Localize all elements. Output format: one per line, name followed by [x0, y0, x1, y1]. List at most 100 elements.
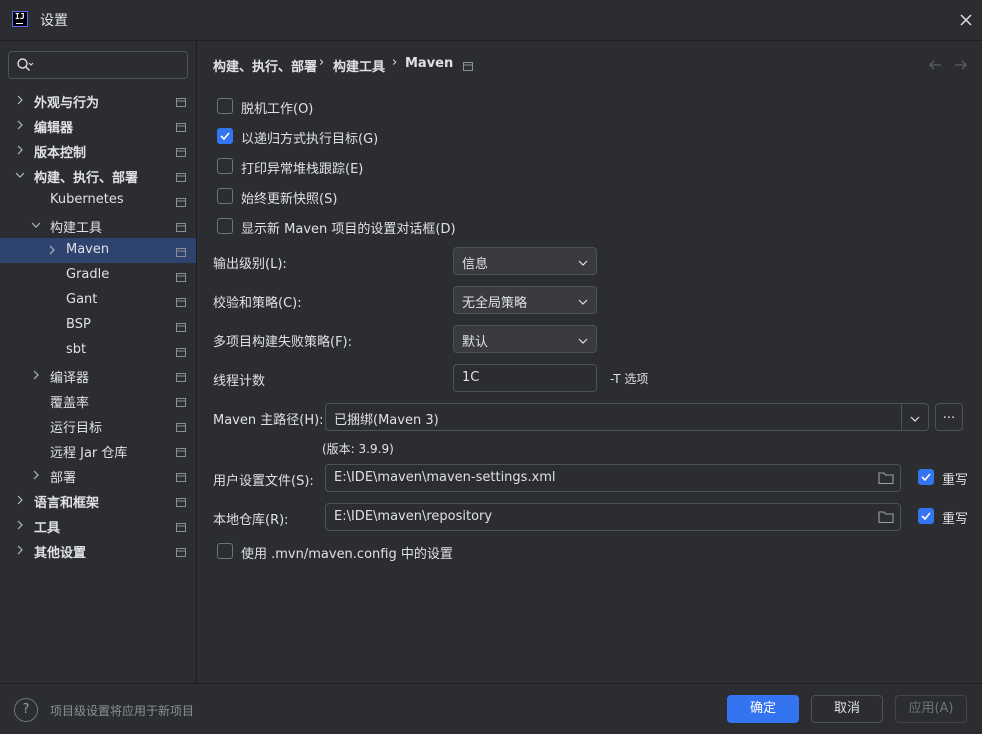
sidebar-item[interactable]: Kubernetes: [0, 188, 196, 213]
title-bar: [0, 0, 982, 40]
recursive-checkbox[interactable]: [217, 128, 233, 144]
always-update-checkbox[interactable]: [217, 188, 233, 204]
show-dialog-checkbox[interactable]: [217, 218, 233, 234]
sidebar-item[interactable]: 运行目标: [0, 413, 196, 438]
output-level-dropdown[interactable]: 信息: [453, 247, 597, 275]
chevron-right-icon[interactable]: [14, 544, 26, 556]
chevron-down-icon: [910, 413, 920, 423]
breadcrumb-part-2[interactable]: 构建工具: [333, 56, 385, 75]
sidebar-divider: [196, 41, 197, 683]
chevron-right-icon[interactable]: [14, 494, 26, 506]
chevron-down-icon: [578, 257, 588, 267]
folder-icon[interactable]: [878, 510, 894, 528]
chevron-right-icon[interactable]: [14, 119, 26, 131]
sidebar-item-label: 版本控制: [34, 146, 87, 161]
chevron-right-icon[interactable]: [14, 94, 26, 106]
sidebar-item-label: Kubernetes: [50, 192, 124, 207]
sidebar-item-label: 外观与行为: [34, 96, 100, 111]
checksum-policy-dropdown[interactable]: 无全局策略: [453, 286, 597, 314]
local-repo-label: 本地仓库(R):: [213, 513, 289, 528]
chevron-right-icon[interactable]: [30, 369, 42, 381]
offline-label: 脱机工作(O): [241, 102, 314, 117]
offline-checkbox[interactable]: [217, 98, 233, 114]
sidebar-item[interactable]: 其他设置: [0, 538, 196, 563]
sidebar-item-label: 远程 Jar 仓库: [50, 446, 128, 461]
cancel-button[interactable]: 取消: [811, 695, 883, 723]
maven-home-browse-button[interactable]: ...: [935, 403, 963, 431]
folder-icon[interactable]: [878, 471, 894, 489]
sidebar-item[interactable]: sbt: [0, 338, 196, 363]
sidebar-item-label: 构建、执行、部署: [34, 171, 139, 186]
forward-arrow-icon[interactable]: [954, 58, 968, 72]
project-scope-icon: [176, 121, 186, 132]
project-scope-icon: [176, 496, 186, 507]
project-scope-icon: [176, 271, 186, 282]
sidebar-item[interactable]: 版本控制: [0, 138, 196, 163]
use-mvn-config-checkbox[interactable]: [217, 543, 233, 559]
sidebar-item[interactable]: Gradle: [0, 263, 196, 288]
local-repo-input[interactable]: E:\IDE\maven\repository: [325, 503, 901, 531]
sidebar-item-label: Gant: [66, 292, 98, 307]
chevron-right-icon[interactable]: [46, 244, 58, 256]
project-scope-icon: [176, 171, 186, 182]
sidebar-item-label: 其他设置: [34, 546, 87, 561]
user-settings-value: E:\IDE\maven\maven-settings.xml: [334, 470, 556, 485]
chevron-down-icon[interactable]: [30, 219, 42, 231]
local-repo-override-checkbox[interactable]: [918, 508, 934, 524]
help-icon[interactable]: ?: [14, 698, 38, 722]
output-level-label: 输出级别(L):: [213, 257, 287, 272]
sidebar-item-label: 覆盖率: [50, 396, 90, 411]
sidebar-item[interactable]: Maven: [0, 238, 196, 263]
breadcrumb-part-1[interactable]: 构建、执行、部署: [213, 56, 317, 75]
project-scope-icon: [176, 221, 186, 232]
user-settings-label: 用户设置文件(S):: [213, 474, 314, 489]
local-repo-value: E:\IDE\maven\repository: [334, 509, 493, 524]
close-icon[interactable]: [956, 10, 976, 30]
chevron-down-icon: [578, 296, 588, 306]
sidebar-item[interactable]: 编译器: [0, 363, 196, 388]
output-level-value: 信息: [462, 257, 489, 272]
fail-policy-value: 默认: [462, 335, 489, 350]
chevron-right-icon[interactable]: [14, 144, 26, 156]
sidebar-item[interactable]: 部署: [0, 463, 196, 488]
sidebar-item[interactable]: 语言和框架: [0, 488, 196, 513]
thread-count-input[interactable]: 1C: [453, 364, 597, 392]
project-scope-icon: [463, 60, 473, 75]
window-title: 设置: [40, 13, 68, 29]
project-scope-icon: [176, 521, 186, 532]
sidebar-item[interactable]: 远程 Jar 仓库: [0, 438, 196, 463]
back-arrow-icon[interactable]: [928, 58, 942, 72]
chevron-right-icon[interactable]: [14, 519, 26, 531]
project-scope-icon: [176, 471, 186, 482]
user-settings-input[interactable]: E:\IDE\maven\maven-settings.xml: [325, 464, 901, 492]
ok-button[interactable]: 确定: [727, 695, 799, 723]
chevron-down-icon[interactable]: [14, 169, 26, 181]
user-settings-override-label: 重写: [942, 473, 969, 488]
sidebar-item[interactable]: 覆盖率: [0, 388, 196, 413]
sidebar-item[interactable]: BSP: [0, 313, 196, 338]
maven-home-dropdown[interactable]: 已捆绑(Maven 3): [325, 403, 929, 431]
project-scope-icon: [176, 346, 186, 357]
print-stack-checkbox[interactable]: [217, 158, 233, 174]
sidebar-item-label: 构建工具: [50, 221, 103, 236]
dropdown-divider: [901, 404, 902, 430]
breadcrumb-separator: ›: [319, 55, 325, 70]
search-input[interactable]: [8, 51, 188, 79]
sidebar-item[interactable]: 构建工具: [0, 213, 196, 238]
sidebar-item[interactable]: Gant: [0, 288, 196, 313]
sidebar-item-label: 部署: [50, 471, 77, 486]
fail-policy-label: 多项目构建失败策略(F):: [213, 335, 353, 350]
sidebar-item[interactable]: 外观与行为: [0, 88, 196, 113]
fail-policy-dropdown[interactable]: 默认: [453, 325, 597, 353]
sidebar-item-label: 语言和框架: [34, 496, 100, 511]
sidebar-item-label: 运行目标: [50, 421, 103, 436]
sidebar-item[interactable]: 编辑器: [0, 113, 196, 138]
chevron-right-icon[interactable]: [30, 469, 42, 481]
maven-home-label: Maven 主路径(H):: [213, 413, 324, 428]
apply-button[interactable]: 应用(A): [895, 695, 967, 723]
thread-count-suffix: -T 选项: [610, 372, 649, 386]
sidebar-item[interactable]: 构建、执行、部署: [0, 163, 196, 188]
user-settings-override-checkbox[interactable]: [918, 469, 934, 485]
sidebar-item[interactable]: 工具: [0, 513, 196, 538]
checksum-policy-label: 校验和策略(C):: [213, 296, 302, 311]
